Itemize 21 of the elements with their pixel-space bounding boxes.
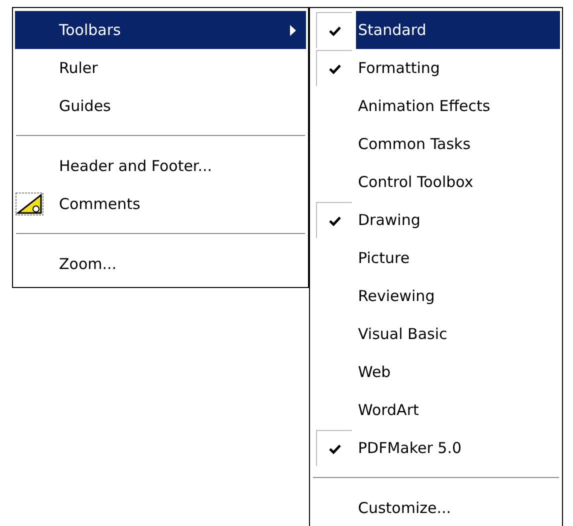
submenu-arrow-icon <box>290 25 296 36</box>
menu-item[interactable]: PDFMaker 5.0 <box>356 429 560 467</box>
menu-item[interactable]: Common Tasks <box>356 125 560 163</box>
menu-item[interactable]: Animation Effects <box>356 87 560 125</box>
menu-item[interactable]: Drawing <box>356 201 560 239</box>
menu-item[interactable]: Picture <box>356 239 560 277</box>
menu-item[interactable]: Control Toolbox <box>356 163 560 201</box>
comment-icon <box>15 191 45 217</box>
menu-item[interactable]: Standard <box>356 11 560 49</box>
menu-item[interactable]: Toolbars <box>15 11 306 49</box>
menu-item[interactable]: Customize... <box>356 489 560 526</box>
menu-item[interactable]: WordArt <box>356 391 560 429</box>
menu-item[interactable]: Formatting <box>356 49 560 87</box>
menu-item[interactable]: Ruler <box>15 49 306 87</box>
menu-item[interactable]: Visual Basic <box>356 315 560 353</box>
menu-item[interactable]: Web <box>356 353 560 391</box>
menu-item[interactable]: Comments <box>15 185 306 223</box>
menu-item[interactable]: Zoom... <box>15 245 306 283</box>
menu-item[interactable]: Reviewing <box>356 277 560 315</box>
menu-item[interactable]: Guides <box>15 87 306 125</box>
menu-item[interactable]: Header and Footer... <box>15 147 306 185</box>
